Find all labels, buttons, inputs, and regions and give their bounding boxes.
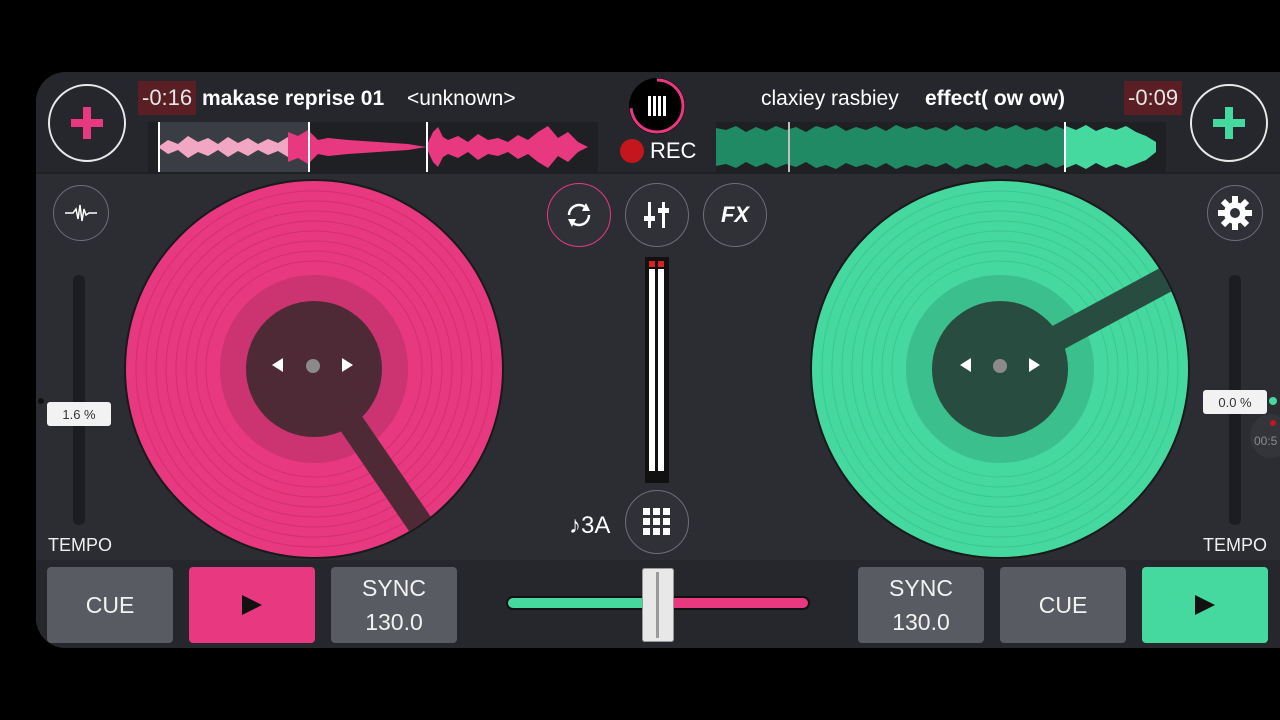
deck-a-sync-label: SYNC: [362, 575, 426, 601]
settings-button[interactable]: [1207, 185, 1263, 241]
deck-b-nudge-back-icon[interactable]: [960, 358, 971, 372]
sync-loop-button[interactable]: [547, 183, 611, 247]
master-vu-meter: [645, 257, 669, 483]
deck-b-cue-label: CUE: [1038, 591, 1088, 618]
deck-a-track-artist: <unknown>: [407, 87, 516, 110]
deck-b-tempo-label: TEMPO: [1203, 535, 1268, 555]
deck-b-sync-button[interactable]: SYNC 130.0: [858, 567, 984, 643]
deck-a-sync-button[interactable]: SYNC 130.0: [331, 567, 457, 643]
sampler-grid-button[interactable]: [625, 490, 689, 554]
deck-a-cue-label: CUE: [85, 591, 135, 618]
fx-button[interactable]: FX: [703, 183, 767, 247]
deck-a-play-button[interactable]: [189, 567, 315, 643]
deck-a-waveform[interactable]: [148, 122, 598, 172]
deck-a-bpm: 130.0: [365, 609, 423, 635]
deck-a-waveform-graphic: [158, 122, 588, 172]
deck-a-tempo-value[interactable]: 1.6 %: [47, 402, 111, 426]
deck-a-cue-button[interactable]: CUE: [47, 567, 173, 643]
fx-label: FX: [720, 202, 750, 227]
deck-b-nudge-forward-icon[interactable]: [1029, 358, 1040, 372]
crossfader-handle[interactable]: [642, 568, 674, 642]
rec-label: REC: [650, 138, 697, 163]
deck-b-bpm: 130.0: [892, 609, 950, 635]
plus-icon: [71, 107, 103, 139]
deck-a-nudge-back-icon[interactable]: [272, 358, 283, 372]
deck-a-add-track-button[interactable]: [48, 84, 126, 162]
deck-a-time-remaining: -0:16: [138, 81, 197, 115]
deck-a-tempo-label: TEMPO: [48, 535, 113, 555]
deck-b-play-button[interactable]: [1142, 567, 1268, 643]
deck-b-add-track-button[interactable]: [1190, 84, 1268, 162]
deck-b-time-remaining: -0:09: [1124, 81, 1183, 115]
dj-app: -0:16 makase reprise 01 <unknown> REC cl…: [36, 72, 1280, 648]
deck-b-overlay-time: 00:5: [1254, 434, 1278, 448]
key-label[interactable]: ♪3A: [569, 512, 610, 540]
rec-dot-icon: [620, 139, 644, 163]
menu-button[interactable]: [629, 78, 685, 134]
deck-b-cue-button[interactable]: CUE: [1000, 567, 1126, 643]
deck-b-time-overlay: 00:5: [1250, 414, 1280, 458]
sync-loop-icon: [567, 203, 591, 227]
deck-b-track-artist: claxiey rasbiey: [761, 87, 899, 110]
plus-icon: [1213, 107, 1245, 139]
deck-b-waveform-graphic: [716, 122, 1156, 172]
grid-icon: [643, 508, 670, 535]
crossfader-right-track: [656, 596, 810, 610]
gear-icon: [1218, 196, 1252, 230]
deck-b-tempo-value[interactable]: 0.0 %: [1203, 390, 1267, 414]
top-divider: [36, 172, 1280, 174]
deck-b-waveform[interactable]: [716, 122, 1166, 172]
deck-b-track-title: effect( ow ow): [925, 87, 1065, 110]
menu-icon: [629, 78, 685, 134]
play-icon: [242, 595, 262, 615]
deck-a-track-title: makase reprise 01: [202, 87, 385, 110]
deck-a-nudge-forward-icon[interactable]: [342, 358, 353, 372]
deck-b-tempo-marker: [1269, 397, 1277, 405]
deck-b-center-dot: [993, 359, 1007, 373]
deck-a-tempo-slider[interactable]: [73, 275, 85, 525]
crossfader-left-track: [506, 596, 656, 610]
deck-b-sync-label: SYNC: [889, 575, 953, 601]
rec-button[interactable]: REC: [620, 138, 696, 164]
mixer-icon: [644, 202, 669, 228]
deck-a-tempo-marker: [38, 398, 44, 404]
deck-a-waveform-view-button[interactable]: [53, 185, 109, 241]
play-icon: [1195, 595, 1215, 615]
mixer-button[interactable]: [625, 183, 689, 247]
deck-a-center-dot: [306, 359, 320, 373]
waveform-icon: [65, 204, 97, 222]
